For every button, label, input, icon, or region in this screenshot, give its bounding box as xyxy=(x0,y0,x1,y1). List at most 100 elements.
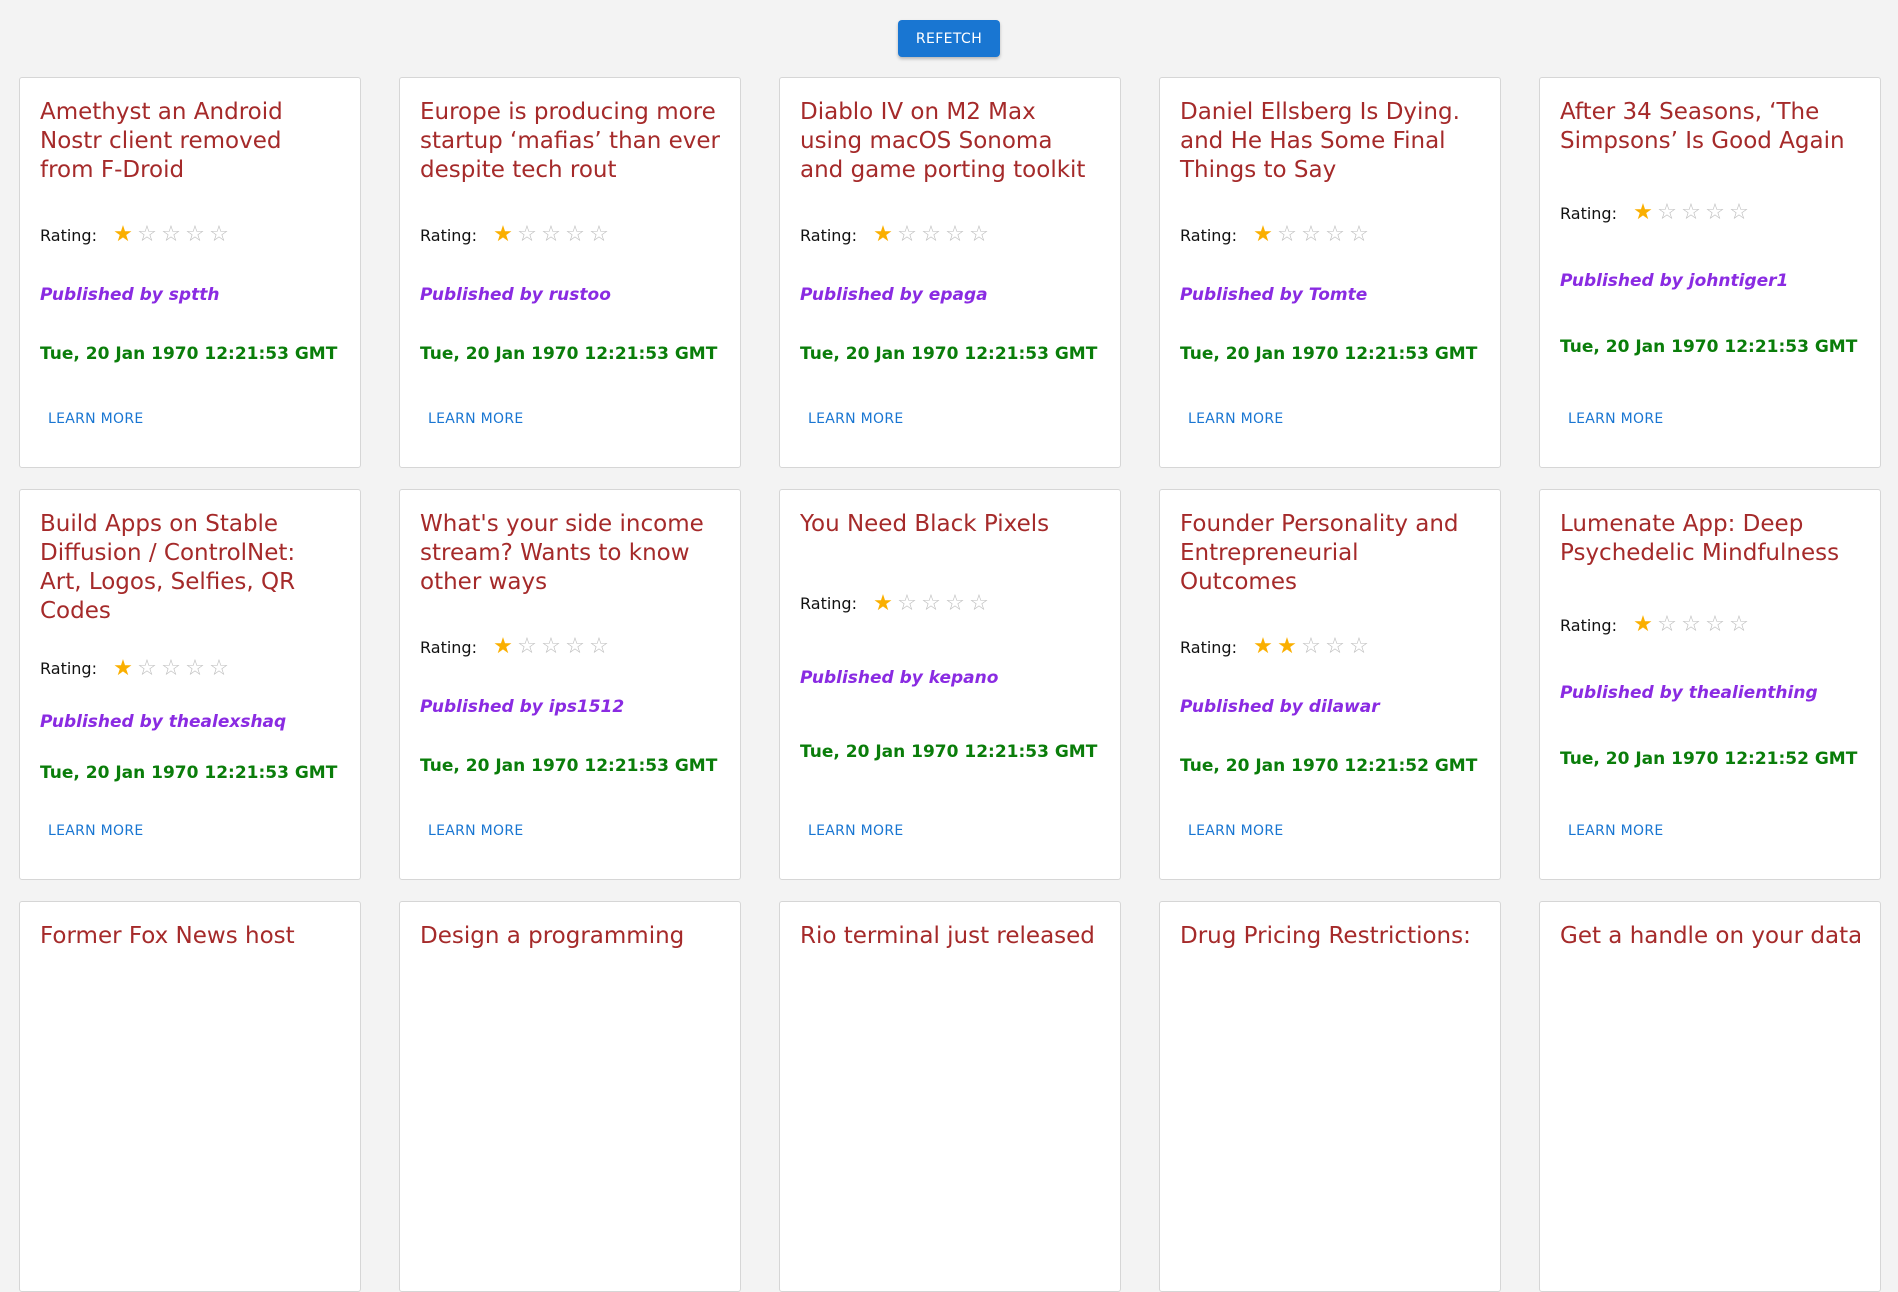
star-outline-icon[interactable]: ☆ xyxy=(1655,614,1679,636)
star-outline-icon[interactable]: ☆ xyxy=(1679,614,1703,636)
star-outline-icon[interactable]: ☆ xyxy=(539,224,563,246)
publisher-text: Published by Tomte xyxy=(1180,285,1368,305)
star-outline-icon[interactable]: ☆ xyxy=(159,657,183,680)
star-outline-icon[interactable]: ☆ xyxy=(1323,224,1347,246)
published-date: Tue, 20 Jan 1970 12:21:53 GMT xyxy=(1560,336,1858,357)
star-filled-icon[interactable]: ★ xyxy=(1251,224,1275,246)
refetch-button[interactable]: REFETCH xyxy=(898,20,1000,57)
star-outline-icon[interactable]: ☆ xyxy=(539,636,563,658)
published-date: Tue, 20 Jan 1970 12:21:53 GMT xyxy=(800,741,1098,762)
article-card-partial: Design a programming xyxy=(399,901,741,1292)
star-outline-icon[interactable]: ☆ xyxy=(919,592,943,615)
star-outline-icon[interactable]: ☆ xyxy=(895,224,919,246)
star-outline-icon[interactable]: ☆ xyxy=(895,592,919,615)
rating-label: Rating: xyxy=(800,594,857,613)
star-outline-icon[interactable]: ☆ xyxy=(919,224,943,246)
star-outline-icon[interactable]: ☆ xyxy=(207,224,231,246)
article-grid: Amethyst an Android Nostr client removed… xyxy=(19,77,1881,1292)
article-card-partial: Get a handle on your data xyxy=(1539,901,1881,1292)
star-filled-icon[interactable]: ★ xyxy=(1631,202,1655,224)
learn-more-button[interactable]: LEARN MORE xyxy=(40,403,152,467)
published-date: Tue, 20 Jan 1970 12:21:53 GMT xyxy=(40,763,338,784)
star-outline-icon[interactable]: ☆ xyxy=(1655,202,1679,224)
star-filled-icon[interactable]: ★ xyxy=(491,636,515,658)
rating-label: Rating: xyxy=(420,637,477,657)
article-title: Build Apps on Stable Diffusion / Control… xyxy=(40,511,296,624)
rating-stars[interactable]: ★ ☆ ☆ ☆ ☆ xyxy=(1251,224,1371,246)
article-card-partial: Former Fox News host xyxy=(19,901,361,1292)
rating-stars[interactable]: ★ ☆ ☆ ☆ ☆ xyxy=(111,657,231,680)
star-filled-icon[interactable]: ★ xyxy=(1631,614,1655,636)
rating-stars[interactable]: ★ ☆ ☆ ☆ ☆ xyxy=(871,224,991,246)
star-outline-icon[interactable]: ☆ xyxy=(1727,202,1751,224)
article-card: Daniel Ellsberg Is Dying. and He Has Som… xyxy=(1159,77,1501,468)
rating-stars[interactable]: ★ ☆ ☆ ☆ ☆ xyxy=(111,224,231,246)
learn-more-button[interactable]: LEARN MORE xyxy=(420,403,532,467)
article-card: Build Apps on Stable Diffusion / Control… xyxy=(19,489,361,880)
learn-more-button[interactable]: LEARN MORE xyxy=(800,815,912,879)
rating-stars[interactable]: ★ ☆ ☆ ☆ ☆ xyxy=(1631,614,1751,636)
star-outline-icon[interactable]: ☆ xyxy=(207,657,231,680)
star-outline-icon[interactable]: ☆ xyxy=(1703,202,1727,224)
article-title: Get a handle on your data xyxy=(1560,923,1860,949)
star-filled-icon[interactable]: ★ xyxy=(871,592,895,615)
rating-row: Rating: ★ ★ ☆ ☆ ☆ xyxy=(1180,636,1480,658)
article-card-partial: Drug Pricing Restrictions: xyxy=(1159,901,1501,1292)
star-outline-icon[interactable]: ☆ xyxy=(515,224,539,246)
star-filled-icon[interactable]: ★ xyxy=(111,657,135,680)
rating-row: Rating: ★ ☆ ☆ ☆ ☆ xyxy=(420,636,720,658)
rating-stars[interactable]: ★ ☆ ☆ ☆ ☆ xyxy=(1631,202,1751,224)
rating-stars[interactable]: ★ ★ ☆ ☆ ☆ xyxy=(1251,636,1371,658)
star-outline-icon[interactable]: ☆ xyxy=(587,224,611,246)
star-outline-icon[interactable]: ☆ xyxy=(1727,614,1751,636)
learn-more-button[interactable]: LEARN MORE xyxy=(1180,403,1292,467)
star-filled-icon[interactable]: ★ xyxy=(1275,636,1299,658)
star-outline-icon[interactable]: ☆ xyxy=(135,657,159,680)
star-outline-icon[interactable]: ☆ xyxy=(967,592,991,615)
article-title: After 34 Seasons, ‘The Simpsons’ Is Good… xyxy=(1560,99,1845,154)
star-outline-icon[interactable]: ☆ xyxy=(943,592,967,615)
star-outline-icon[interactable]: ☆ xyxy=(1703,614,1727,636)
article-card: Europe is producing more startup ‘mafias… xyxy=(399,77,741,468)
rating-stars[interactable]: ★ ☆ ☆ ☆ ☆ xyxy=(871,592,991,615)
article-title: Drug Pricing Restrictions: xyxy=(1180,923,1471,949)
star-outline-icon[interactable]: ☆ xyxy=(1275,224,1299,246)
star-outline-icon[interactable]: ☆ xyxy=(1299,636,1323,658)
star-outline-icon[interactable]: ☆ xyxy=(159,224,183,246)
star-outline-icon[interactable]: ☆ xyxy=(1679,202,1703,224)
learn-more-button[interactable]: LEARN MORE xyxy=(1180,815,1292,879)
star-outline-icon[interactable]: ☆ xyxy=(183,224,207,246)
article-title: Rio terminal just released xyxy=(800,923,1095,949)
star-filled-icon[interactable]: ★ xyxy=(491,224,515,246)
star-filled-icon[interactable]: ★ xyxy=(111,224,135,246)
learn-more-button[interactable]: LEARN MORE xyxy=(800,403,912,467)
rating-label: Rating: xyxy=(40,225,97,245)
publisher-text: Published by ips1512 xyxy=(420,697,625,717)
publisher-text: Published by johntiger1 xyxy=(1560,270,1789,291)
star-outline-icon[interactable]: ☆ xyxy=(183,657,207,680)
star-filled-icon[interactable]: ★ xyxy=(871,224,895,246)
article-title: Amethyst an Android Nostr client removed… xyxy=(40,99,283,183)
star-filled-icon[interactable]: ★ xyxy=(1251,636,1275,658)
article-title: Founder Personality and Entrepreneurial … xyxy=(1180,511,1459,595)
learn-more-button[interactable]: LEARN MORE xyxy=(420,815,532,879)
star-outline-icon[interactable]: ☆ xyxy=(563,636,587,658)
rating-stars[interactable]: ★ ☆ ☆ ☆ ☆ xyxy=(491,224,611,246)
rating-label: Rating: xyxy=(1180,637,1237,657)
rating-row: Rating: ★ ☆ ☆ ☆ ☆ xyxy=(40,224,340,246)
article-title: Daniel Ellsberg Is Dying. and He Has Som… xyxy=(1180,99,1460,183)
star-outline-icon[interactable]: ☆ xyxy=(1323,636,1347,658)
learn-more-button[interactable]: LEARN MORE xyxy=(1560,403,1672,467)
star-outline-icon[interactable]: ☆ xyxy=(1299,224,1323,246)
star-outline-icon[interactable]: ☆ xyxy=(515,636,539,658)
star-outline-icon[interactable]: ☆ xyxy=(967,224,991,246)
star-outline-icon[interactable]: ☆ xyxy=(587,636,611,658)
star-outline-icon[interactable]: ☆ xyxy=(563,224,587,246)
rating-stars[interactable]: ★ ☆ ☆ ☆ ☆ xyxy=(491,636,611,658)
star-outline-icon[interactable]: ☆ xyxy=(943,224,967,246)
star-outline-icon[interactable]: ☆ xyxy=(1347,224,1371,246)
star-outline-icon[interactable]: ☆ xyxy=(135,224,159,246)
learn-more-button[interactable]: LEARN MORE xyxy=(40,815,152,879)
star-outline-icon[interactable]: ☆ xyxy=(1347,636,1371,658)
learn-more-button[interactable]: LEARN MORE xyxy=(1560,815,1672,879)
